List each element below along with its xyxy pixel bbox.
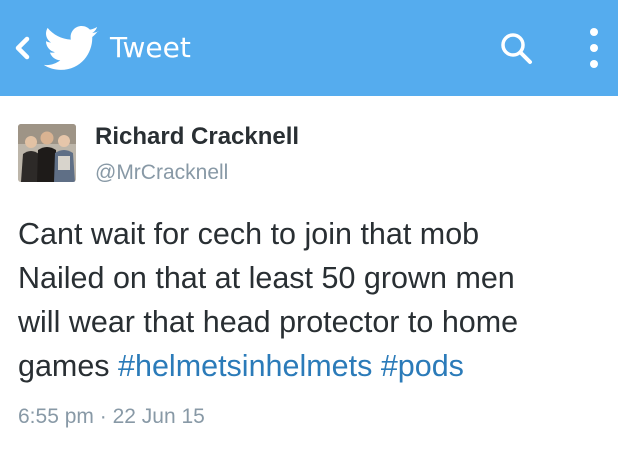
app-header-bar: Tweet: [0, 0, 618, 96]
tweet-text: Cant wait for cech to join that mob Nail…: [18, 212, 613, 388]
tweet-timestamp: 6:55 pm · 22 Jun 15: [18, 402, 205, 432]
more-vertical-icon: [590, 28, 598, 68]
timestamp-separator: ·: [99, 405, 107, 428]
tweet-text-line-last: games #helmetsinhelmets #pods: [18, 344, 613, 388]
search-icon: [501, 33, 532, 64]
author-display-name[interactable]: Richard Cracknell: [95, 121, 299, 153]
avatar-photo: [18, 124, 76, 182]
chevron-left-icon: [15, 36, 30, 60]
tweet-date: 22 Jun 15: [112, 405, 205, 428]
more-options-button[interactable]: [578, 22, 610, 74]
hashtag-link[interactable]: #helmetsinhelmets: [118, 349, 372, 383]
back-button[interactable]: [6, 28, 40, 68]
author-handle[interactable]: @MrCracknell: [95, 158, 228, 188]
page-title: Tweet: [110, 31, 191, 64]
hashtag-link[interactable]: #pods: [381, 349, 464, 383]
search-button[interactable]: [494, 26, 538, 70]
tweet-text-line: Nailed on that at least 50 grown men: [18, 261, 515, 295]
tweet-text-word: games: [18, 349, 110, 383]
twitter-bird-icon: [44, 26, 99, 70]
tweet-text-line: Cant wait for cech to join that mob: [18, 217, 480, 251]
avatar[interactable]: [18, 124, 76, 182]
tweet-detail-screen: Tweet Richard Cracknell @MrCracknell Can…: [0, 0, 618, 456]
tweet-time: 6:55 pm: [18, 405, 94, 428]
tweet-text-line: will wear that head protector to home: [18, 305, 519, 339]
